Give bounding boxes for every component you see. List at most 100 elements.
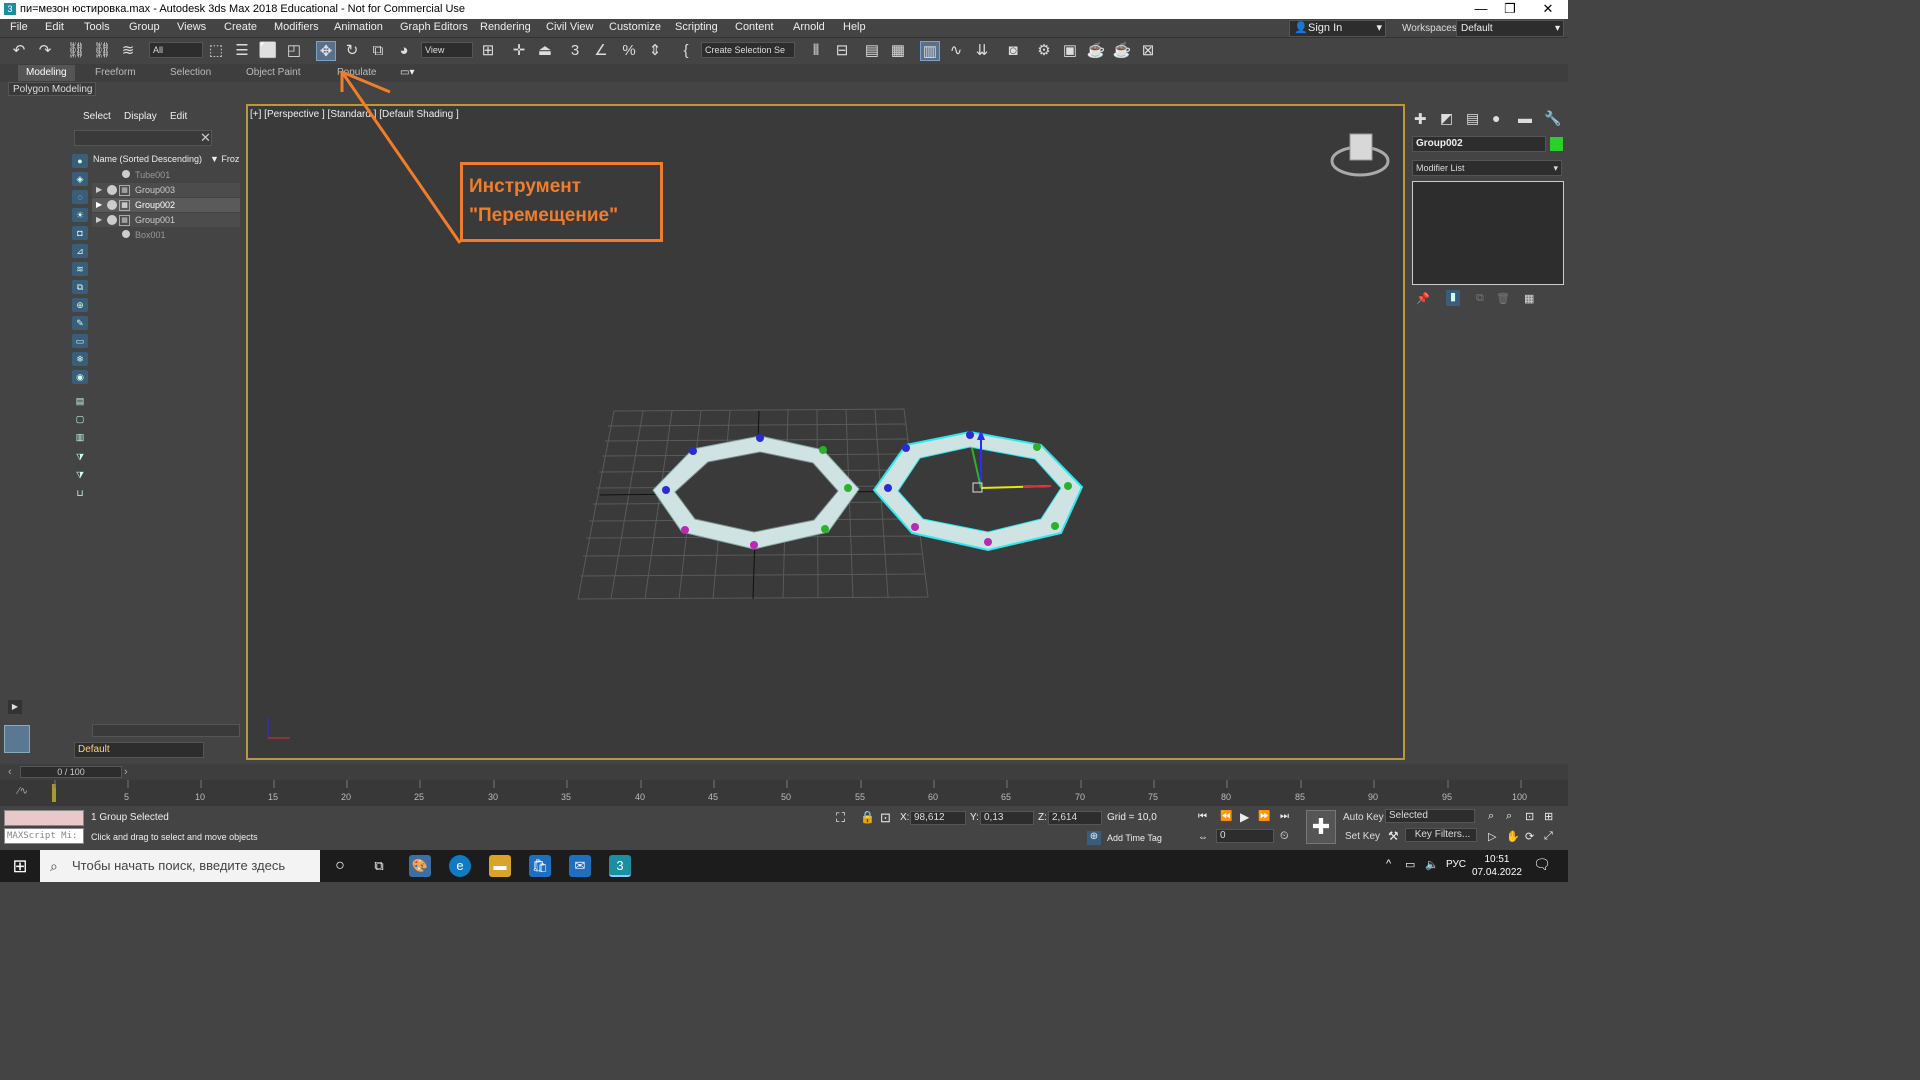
maxscript-listener-input[interactable] [4,810,84,826]
menu-customize[interactable]: Customize [609,21,661,33]
y-coordinate-field[interactable]: 0,13 [980,811,1034,825]
taskbar-clock[interactable]: 10:51 07.04.2022 [1472,853,1522,879]
z-coordinate-field[interactable]: 2,614 [1048,811,1102,825]
paint-app-icon[interactable]: 🎨 [409,855,431,877]
geometry-filter-icon[interactable]: ◈ [72,172,88,186]
containers-filter-icon[interactable]: ▭ [72,334,88,348]
go-to-end-icon[interactable]: ⏭ [1280,811,1289,822]
add-time-tag[interactable]: Add Time Tag [1107,833,1162,843]
menu-edit[interactable]: Edit [45,21,64,33]
zoom-extents-icon[interactable]: ⊡ [1525,810,1534,823]
manipulate-icon[interactable]: ✛ [509,41,529,61]
scene-row-group003[interactable]: ▶ ▦ Group003 [92,183,240,197]
modifier-list-dropdown[interactable]: Modifier List ▾ [1412,160,1562,176]
menu-content[interactable]: Content [735,21,774,33]
display-tab-icon[interactable]: ▬ [1518,110,1532,126]
file-explorer-icon[interactable]: ▬ [489,855,511,877]
display-none-icon[interactable]: ● [72,154,88,168]
place-icon[interactable]: ◕ [394,41,414,61]
prev-frame-icon[interactable]: ‹ [8,766,12,778]
isolate-selection-icon[interactable]: ⛶ [836,810,845,826]
scene-menu-display[interactable]: Display [124,111,157,122]
time-slider[interactable]: ‹ 0 / 100 › [0,764,1568,780]
render-iterative-icon[interactable]: ☕ [1112,41,1132,61]
motion-tab-icon[interactable]: ● [1492,110,1500,126]
window-crossing-icon[interactable]: ◰ [284,41,304,61]
rendered-frame-icon[interactable]: ▣ [1060,41,1080,61]
name-column-header[interactable]: Name (Sorted Descending) [93,154,202,164]
menu-create[interactable]: Create [224,21,257,33]
display-none-filter-icon[interactable]: ▢ [72,412,88,426]
key-filter-icon[interactable]: ⚒ [1388,829,1399,843]
pan-icon[interactable]: ✋ [1506,830,1520,843]
reference-coordinate-dropdown[interactable]: View [421,42,473,58]
pivot-center-icon[interactable]: ⊞ [478,41,498,61]
tray-chevron-icon[interactable]: ^ [1386,858,1391,870]
x-coordinate-field[interactable]: 98,612 [910,811,966,825]
object-name-field[interactable]: Group002 [1412,136,1546,152]
expand-icon[interactable]: ▶ [8,700,22,714]
helpers-filter-icon[interactable]: ⊿ [72,244,88,258]
bind-spacewarp-icon[interactable]: ≋ [118,41,138,61]
invert-display-icon[interactable]: ▥ [72,430,88,444]
zoom-icon[interactable]: ⌕ [1488,810,1494,823]
zoom-extents-all-icon[interactable]: ⊞ [1544,810,1553,823]
create-tab-icon[interactable]: ✚ [1414,110,1427,128]
frozen-filter-icon[interactable]: ❄ [72,352,88,366]
menu-scripting[interactable]: Scripting [675,21,718,33]
ribbon-toggle-icon[interactable]: ▦ [888,41,908,61]
xrefs-filter-icon[interactable]: ⊕ [72,298,88,312]
groups-filter-icon[interactable]: ⧉ [72,280,88,294]
edit-named-selection-icon[interactable]: { [676,41,696,61]
link-icon[interactable]: ⛓ [66,41,86,61]
viewport-layout-icon[interactable] [4,725,30,753]
menu-graph-editors[interactable]: Graph Editors [400,21,468,33]
schematic-view-icon[interactable]: ⇊ [972,41,992,61]
time-tag-icon[interactable]: ⊕ [1087,831,1101,845]
field-of-view-icon[interactable]: ▷ [1488,830,1496,843]
select-and-scale-icon[interactable]: ⧉ [368,41,388,61]
make-unique-icon[interactable]: ⧉ [1476,292,1484,305]
render-online-icon[interactable]: ⊠ [1138,41,1158,61]
language-indicator[interactable]: РУС [1446,859,1466,870]
frozen-column-header[interactable]: ▼ Froz [210,154,239,164]
eye-icon[interactable] [107,185,117,195]
percent-snap-icon[interactable]: % [619,41,639,61]
set-keys-icon[interactable]: ✚ [1306,810,1336,844]
cameras-filter-icon[interactable]: ◘ [72,226,88,240]
key-filters-button[interactable]: Key Filters... [1405,828,1477,842]
undo-icon[interactable]: ↶ [9,41,29,61]
snaps-toggle-icon[interactable]: 3 [565,41,585,61]
zoom-all-icon[interactable]: ⌕ [1506,810,1512,823]
network-icon[interactable]: ▭ [1405,858,1415,871]
key-mode-icon[interactable]: ⇔ [1198,832,1208,843]
scene-row-box001[interactable]: Box001 [92,228,240,242]
sign-in-dropdown[interactable]: 👤 Sign In ▾ [1289,20,1386,37]
layer-icon[interactable]: ⊔ [72,486,88,500]
modify-tab-icon[interactable]: ◩ [1440,110,1453,127]
scene-horizontal-scrollbar[interactable] [92,724,240,737]
scene-row-group001[interactable]: ▶ ▦ Group001 [92,213,240,227]
next-key-icon[interactable]: ⏩ [1258,811,1270,822]
time-slider-value[interactable]: 0 / 100 [20,766,122,778]
menu-modifiers[interactable]: Modifiers [274,21,319,33]
object-color-swatch[interactable] [1550,137,1563,151]
filter-selected-icon[interactable]: ⧩ [72,468,88,482]
expand-arrow-icon[interactable]: ▶ [96,198,102,212]
filter-icon[interactable]: ⧩ [72,450,88,464]
utilities-tab-icon[interactable]: 🔧 [1544,110,1561,127]
menu-help[interactable]: Help [843,21,866,33]
shapes-filter-icon[interactable]: ◌ [72,190,88,204]
bones-filter-icon[interactable]: ✎ [72,316,88,330]
expand-arrow-icon[interactable]: ▶ [96,213,102,227]
menu-animation[interactable]: Animation [334,21,383,33]
show-end-result-icon[interactable]: ▮ [1446,290,1460,306]
redo-icon[interactable]: ↷ [35,41,55,61]
orbit-icon[interactable]: ⟳ [1525,830,1534,843]
render-setup-icon[interactable]: ⚙ [1034,41,1054,61]
select-and-move-icon[interactable]: ✥ [316,41,336,61]
scene-search-input[interactable] [74,130,212,146]
configure-sets-icon[interactable]: ▦ [1524,292,1534,305]
rectangular-selection-icon[interactable]: ⬜ [258,41,278,61]
volume-icon[interactable]: 🔈 [1425,858,1439,871]
